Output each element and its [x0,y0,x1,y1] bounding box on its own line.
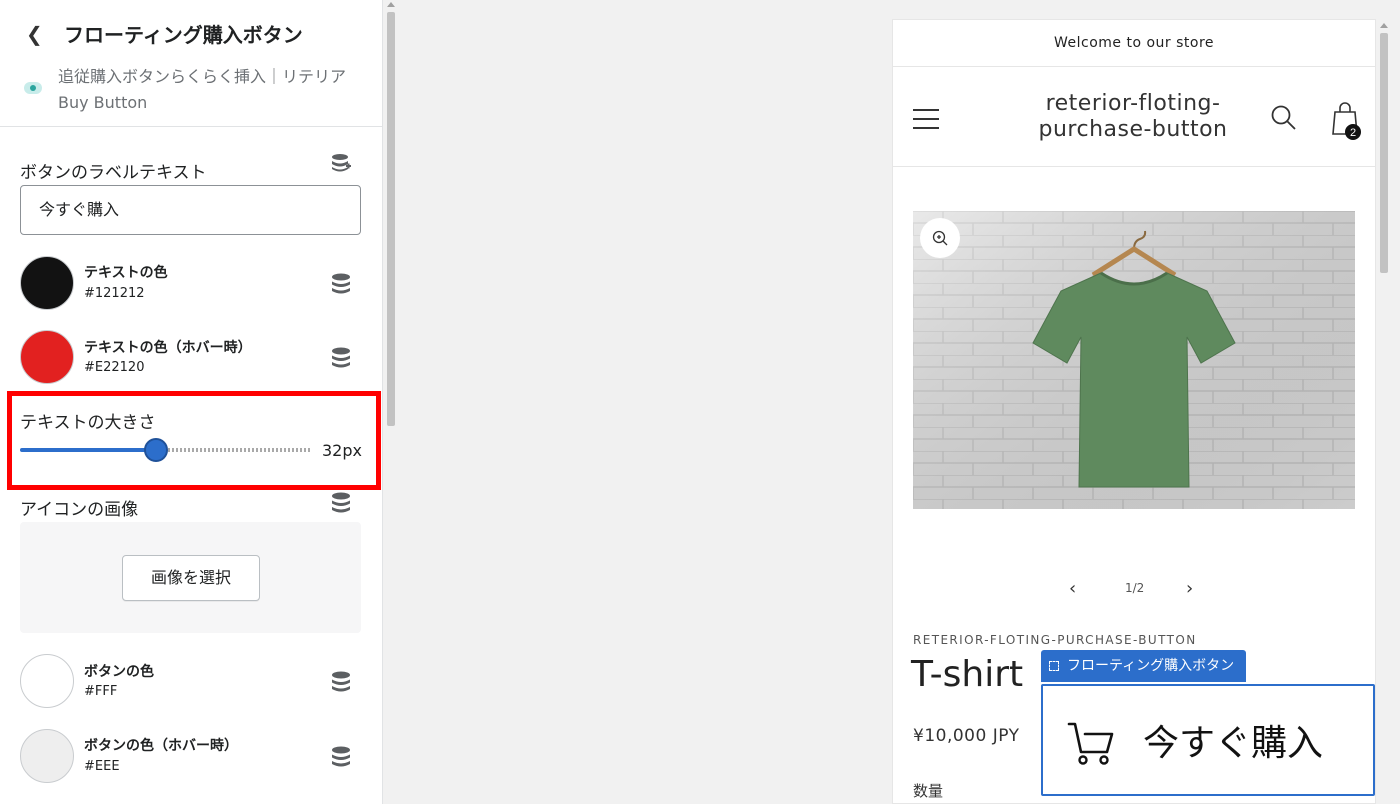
next-slide-chevron-icon[interactable]: › [1186,578,1193,599]
panel-title: フローティング購入ボタン [64,23,303,47]
cart-bag-icon[interactable]: 2 [1327,98,1363,140]
product-vendor: RETERIOR-FLOTING-PURCHASE-BUTTON [913,633,1197,647]
panel-header: ❮ フローティング購入ボタン 追従購入ボタンらくらく挿入｜リテリア Buy Bu… [0,0,382,127]
button-hover-color-swatch[interactable] [20,729,74,783]
shopping-cart-icon [1067,722,1114,765]
section-tag[interactable]: フローティング購入ボタン [1041,650,1247,682]
section-bounds-icon [1049,661,1059,671]
button-hover-color-name: ボタンの色（ホバー時） [84,738,238,754]
dynamic-source-add-icon[interactable] [331,153,351,175]
text-color-name: テキストの色 [84,265,168,281]
dynamic-source-icon[interactable] [331,492,351,514]
zoom-button[interactable] [920,218,960,258]
button-color-name: ボタンの色 [84,664,154,680]
gallery-pager: ‹ 1/2 › [893,578,1375,602]
floating-buy-button[interactable]: 今すぐ購入 [1041,684,1375,796]
scroll-up-arrow-icon[interactable] [1380,23,1388,28]
scroll-up-arrow-icon[interactable] [387,2,395,7]
back-chevron-icon[interactable]: ❮ [26,22,43,46]
announcement-bar: Welcome to our store [893,20,1375,67]
text-hover-color-name: テキストの色（ホバー時） [84,340,252,356]
text-color-value: #121212 [84,286,145,301]
app-icon [24,82,42,94]
zoom-in-icon [932,230,948,246]
app-name-link[interactable]: 追従購入ボタンらくらく挿入｜リテリア Buy Button [58,64,363,116]
shop-name[interactable]: reterior-floting-purchase-button [1023,91,1243,143]
search-icon[interactable] [1269,103,1299,133]
text-hover-color-swatch[interactable] [20,330,74,384]
store-header: reterior-floting-purchase-button 2 [893,67,1375,167]
scrollbar-thumb[interactable] [1380,33,1388,273]
select-image-button[interactable]: 画像を選択 [122,555,260,601]
quantity-label: 数量 [913,782,944,800]
preview-scrollbar[interactable] [1376,19,1392,804]
icon-image-label: アイコンの画像 [20,500,139,520]
menu-hamburger-icon[interactable] [913,109,939,129]
scrollbar-thumb[interactable] [387,12,395,426]
button-hover-color-value: #EEE [84,759,120,774]
dynamic-source-icon[interactable] [331,671,351,693]
text-color-swatch[interactable] [20,256,74,310]
floating-button-label: 今すぐ購入 [1143,723,1324,764]
product-price: ¥10,000 JPY [913,726,1020,746]
label-text-input[interactable]: 今すぐ購入 [20,185,361,235]
product-title: T-shirt [911,654,1024,695]
panel-scrollbar[interactable] [384,0,398,804]
tshirt-photo [913,211,1355,509]
cart-count-badge: 2 [1350,127,1356,139]
dynamic-source-icon[interactable] [331,746,351,768]
button-color-value: #FFF [84,684,118,699]
slide-counter: 1/2 [1125,581,1145,595]
label-text-heading: ボタンのラベルテキスト [20,163,207,183]
product-image[interactable] [913,211,1355,509]
section-tag-label: フローティング購入ボタン [1067,658,1235,674]
dynamic-source-icon[interactable] [331,347,351,369]
text-hover-color-value: #E22120 [84,360,145,375]
button-color-swatch[interactable] [20,654,74,708]
prev-slide-chevron-icon[interactable]: ‹ [1069,578,1076,599]
annotation-highlight-box [7,391,381,490]
dynamic-source-icon[interactable] [331,273,351,295]
